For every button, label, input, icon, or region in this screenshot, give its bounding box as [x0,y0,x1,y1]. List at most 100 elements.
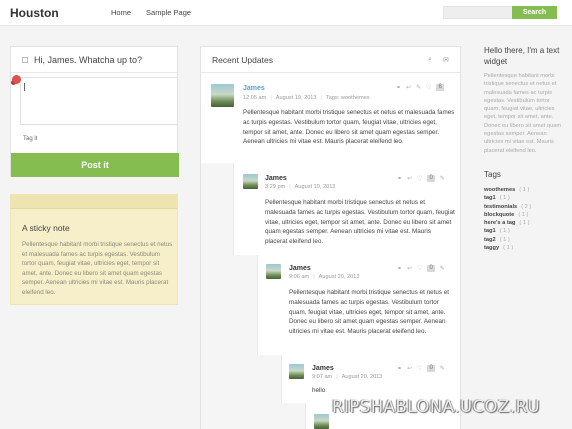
search-icon[interactable]: ⌕ [428,56,432,64]
recent-updates: Recent Updates ⌕ ✉ James 12:05 am | August… [200,46,461,429]
entry-date[interactable]: August 19, 2013 [295,184,336,190]
entry-time[interactable]: 9:06 am [289,274,309,280]
entry-author[interactable]: James [265,175,287,182]
sticky-tape [11,195,177,209]
like-icon[interactable]: ♡ [417,175,422,182]
text-caret [24,83,25,91]
site-header: Houston Home Sample Page Search [0,0,572,26]
like-icon[interactable]: ♡ [417,365,422,372]
tag-count: ( 1 ) [519,187,530,193]
mail-icon[interactable]: ✉ [443,56,449,64]
entry-meta: 9:06 am | August 20, 2013 [289,274,360,280]
edit-icon[interactable]: ✎ [416,84,421,91]
tag-link[interactable]: tag1 [484,228,496,234]
tag-link[interactable]: tag2 [484,237,496,243]
avatar[interactable] [314,414,329,429]
entry-author[interactable]: James [243,85,265,92]
entry-text: Pellentesque habitant morbi tristique se… [289,289,449,336]
updates-title: Recent Updates [212,55,273,65]
tag-count: ( 1 ) [518,211,529,218]
tag-link[interactable]: testimonials [484,204,517,210]
entry-text: Pellentesque habitant morbi tristique se… [265,199,455,246]
comment-count[interactable]: 0 [427,175,435,182]
edit-icon[interactable]: ✎ [440,175,445,182]
entry-text: Pellentesque habitant morbi tristique se… [243,109,455,146]
tag-count: ( 1 ) [503,245,514,252]
entry-tags[interactable]: Tags: woothemes [326,95,370,101]
widget-text: Pellentesque habitant morbi tristique se… [484,73,562,154]
entry-date[interactable]: August 20, 2013 [319,274,360,280]
avatar[interactable] [243,174,258,189]
tag-input[interactable]: Tag it [23,136,37,142]
avatar[interactable] [289,364,304,379]
tag-item: blockquote ( 1 ) [484,211,564,219]
reply-icon[interactable]: ↩ [407,265,412,272]
tag-item: tag1( 1 ) [484,227,564,235]
sticky-text: Pellentesque habitant morbi tristique se… [22,241,173,296]
nav-home[interactable]: Home [111,8,131,17]
avatar[interactable] [211,84,234,107]
tag-count: ( 1 ) [499,236,510,243]
checkbox-icon[interactable] [22,56,28,63]
tag-count: ( 1 ) [499,195,510,202]
entry-date[interactable]: August 20, 2013 [342,374,383,380]
entry-date[interactable]: August 19, 2013 [276,95,317,101]
entry-author[interactable]: James [289,265,311,272]
entry-text: hello [312,387,326,394]
tag-item: tag2( 1 ) [484,236,564,244]
entry-time[interactable]: 9:07 am [312,374,332,380]
edit-icon[interactable]: ✎ [440,265,445,272]
sticky-title: A sticky note [22,223,70,233]
entry-actions: ⚭ ↩ ✎ ♡ 6 [396,84,444,91]
entry-actions: ⚭ ↩ ♡ 0 ✎ [397,175,445,182]
post-textarea[interactable] [20,77,178,125]
link-icon[interactable]: ⚭ [396,84,401,91]
entry-author[interactable]: James [312,365,334,372]
pin-icon [12,75,21,84]
main-nav: Home Sample Page [111,8,191,17]
tags-title: Tags [484,170,501,179]
tag-count: ( 1 ) [499,228,510,235]
search-button[interactable]: Search [512,6,557,19]
tag-link[interactable]: taggy [484,245,499,251]
tag-link[interactable]: blockquote [484,212,514,218]
tag-link[interactable]: here's a tag [484,220,515,226]
tag-item: tag1( 1 ) [484,194,564,202]
comment-count[interactable]: 0 [427,265,435,272]
search-input[interactable] [443,6,513,19]
edit-icon[interactable]: ✎ [440,365,445,372]
tag-item: woothemes ( 1 ) [484,186,564,194]
tag-item: here's a tag ( 1 ) [484,219,564,227]
tag-link[interactable]: woothemes [484,187,515,193]
tag-count: ( 2 ) [521,203,532,210]
comment-count[interactable]: 0 [427,365,435,372]
post-box: Hi, James. Whatcha up to? Tag it Post it [10,46,179,177]
like-icon[interactable]: ♡ [417,265,422,272]
nav-sample-page[interactable]: Sample Page [146,8,191,17]
link-icon[interactable]: ⚭ [397,265,402,272]
site-logo[interactable]: Houston [10,6,59,20]
tag-item: taggy ( 1 ) [484,244,564,252]
avatar[interactable] [266,264,281,279]
tag-count: ( 1 ) [519,220,530,227]
link-icon[interactable]: ⚭ [397,175,402,182]
like-icon[interactable]: ♡ [426,84,431,91]
watermark-text: RIPSHABLONA.UCOZ.RU [332,397,541,416]
comment-count[interactable]: 6 [436,84,444,91]
post-button[interactable]: Post it [11,153,179,177]
post-prompt: Hi, James. Whatcha up to? [34,54,143,65]
entry-meta: 12:05 am | August 19, 2013 | Tags: woothemes [243,95,370,101]
sticky-note: A sticky note Pellentesque habitant morb… [10,194,178,305]
updates-header: Recent Updates ⌕ ✉ [201,47,460,73]
tag-list: woothemes( 1 ) tag1( 1 ) testimonials( 2… [484,186,564,252]
entry-actions: ⚭ ↩ ♡ 0 ✎ [397,265,445,272]
entry-time[interactable]: 12:05 am [243,95,266,101]
reply-icon[interactable]: ↩ [406,84,411,91]
reply-icon[interactable]: ↩ [407,365,412,372]
entry-meta: 9:07 am | August 20, 2013 [312,374,383,380]
link-icon[interactable]: ⚭ [397,365,402,372]
reply-icon[interactable]: ↩ [407,175,412,182]
tag-link[interactable]: tag1 [484,195,496,201]
entry-actions: ⚭ ↩ ♡ 0 ✎ [397,365,445,372]
entry-time[interactable]: 3:29 pm [265,184,285,190]
